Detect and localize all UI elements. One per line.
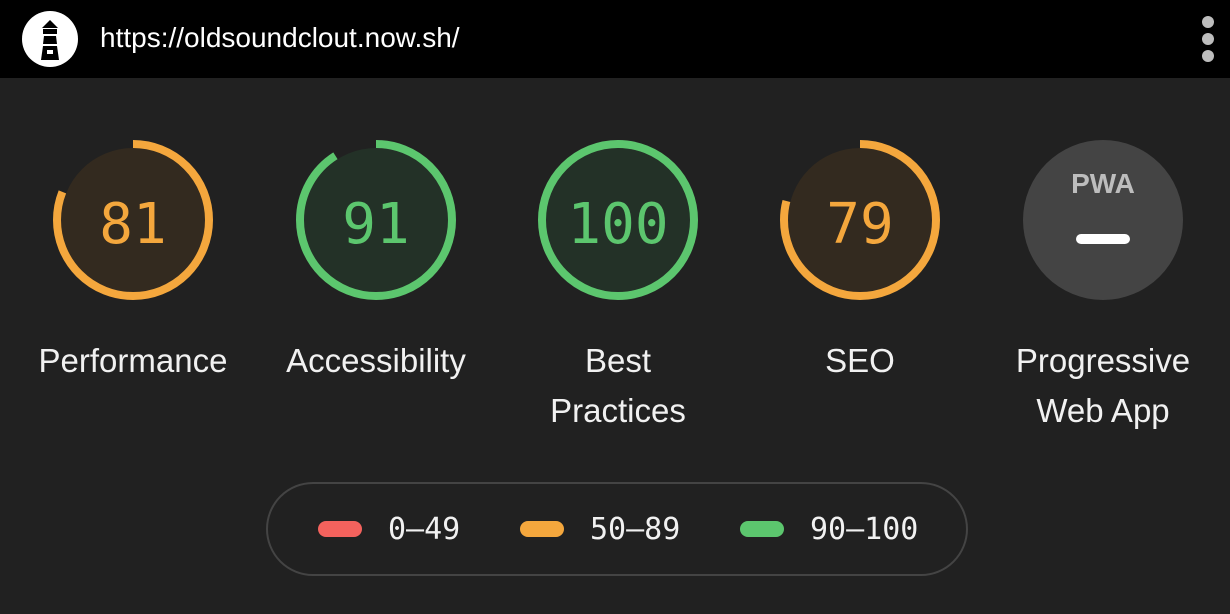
legend-swatch bbox=[520, 521, 564, 537]
legend-range: 90–100 bbox=[810, 511, 919, 547]
legend-item-average: 50–89 bbox=[520, 484, 680, 574]
gauge-pwa[interactable]: PWA Progressive Web App bbox=[988, 140, 1218, 440]
gauge-score: 81 bbox=[99, 192, 167, 257]
gauge-label-line: Best bbox=[584, 342, 652, 379]
legend-swatch bbox=[740, 521, 784, 537]
top-bar: https://oldsoundclout.now.sh/ bbox=[0, 0, 1230, 78]
gauge-performance[interactable]: 81 Performance bbox=[18, 140, 248, 440]
gauge-score: 79 bbox=[826, 192, 894, 257]
legend-swatch bbox=[318, 521, 362, 537]
gauge-label: Performance bbox=[38, 342, 228, 379]
legend-range: 0–49 bbox=[388, 511, 461, 547]
url-text[interactable]: https://oldsoundclout.now.sh/ bbox=[100, 20, 460, 56]
gauge-label-line: Practices bbox=[550, 392, 686, 429]
pwa-badge: PWA bbox=[1023, 140, 1183, 300]
legend-item-fail: 0–49 bbox=[318, 484, 460, 574]
gauge-best-practices[interactable]: 100 Best Practices bbox=[503, 140, 733, 440]
gauge-label: Accessibility bbox=[286, 342, 466, 379]
legend-item-pass: 90–100 bbox=[740, 484, 918, 574]
dash-icon bbox=[1076, 234, 1130, 244]
more-vertical-icon[interactable] bbox=[1196, 16, 1220, 62]
gauge-label: Progressive Web App bbox=[988, 336, 1218, 436]
gauge-seo[interactable]: 79 SEO bbox=[745, 140, 975, 440]
gauge-label: Best Practices bbox=[503, 336, 733, 436]
gauge-accessibility[interactable]: 91 Accessibility bbox=[261, 140, 491, 440]
legend-range: 50–89 bbox=[590, 511, 681, 547]
gauge-label-line: Progressive bbox=[1015, 342, 1191, 379]
gauge-label: SEO bbox=[825, 342, 895, 379]
score-legend: 0–49 50–89 90–100 bbox=[266, 482, 968, 576]
gauge-score: 100 bbox=[567, 192, 669, 257]
gauge-score: 91 bbox=[342, 192, 410, 257]
gauge-label-line: Web App bbox=[1036, 392, 1170, 429]
pwa-logo-text: PWA bbox=[1071, 168, 1135, 199]
lighthouse-icon[interactable] bbox=[22, 11, 78, 67]
